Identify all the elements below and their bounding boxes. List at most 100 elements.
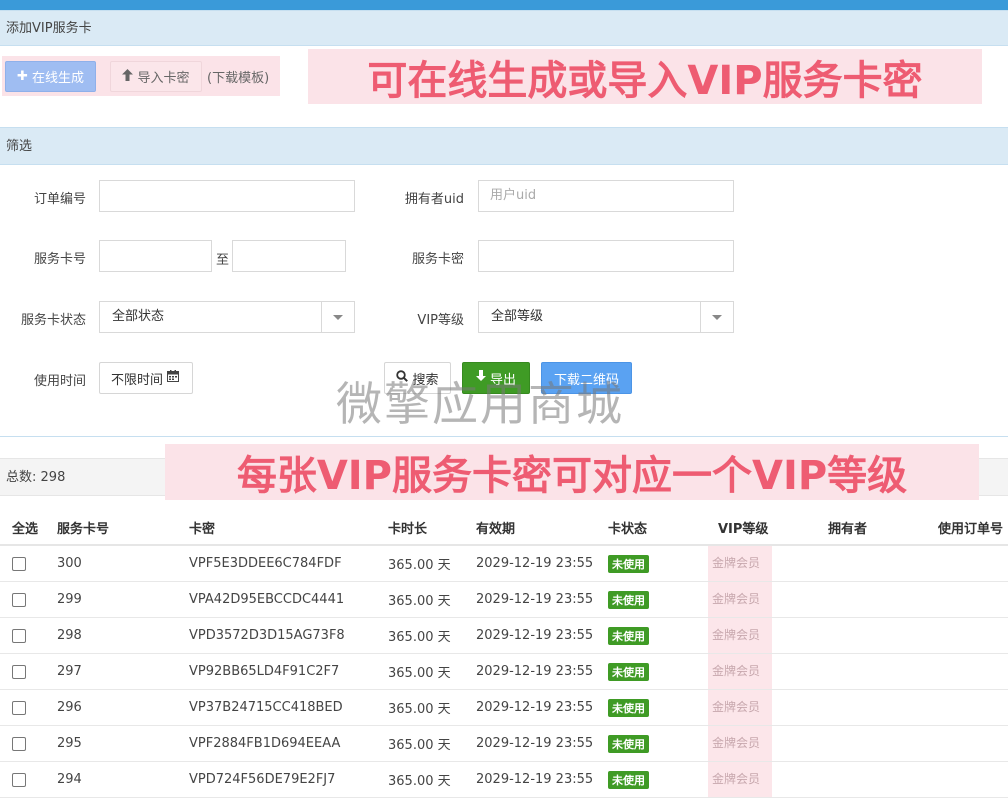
card-no-header: 服务卡号 (45, 510, 177, 546)
vip-level-cell: 金牌会员 (706, 689, 816, 726)
select-all-header[interactable]: 全选 (0, 510, 45, 546)
chevron-down-icon (321, 302, 354, 332)
status-select-value: 全部状态 (112, 309, 165, 324)
duration-cell: 365.00 天 (376, 545, 464, 582)
vip-level-value: 金牌会员 (708, 546, 772, 581)
top-accent-bar (0, 0, 1008, 10)
row-select-cell (0, 653, 45, 690)
row-select-cell (0, 689, 45, 726)
card-secret-input[interactable] (478, 240, 734, 272)
top-promo-text: 可在线生成或导入VIP服务卡密 (367, 57, 923, 104)
chevron-down-icon (700, 302, 733, 332)
card-secret-cell: VPA42D95EBCCDC4441 (177, 581, 376, 618)
owner-cell (816, 761, 926, 798)
expiry-cell: 2029-12-19 23:55 (464, 581, 596, 618)
order-no-cell (926, 545, 1008, 582)
expiry-cell: 2029-12-19 23:55 (464, 761, 596, 798)
expiry-cell: 2029-12-19 23:55 (464, 725, 596, 762)
row-select-cell (0, 761, 45, 798)
status-cell: 未使用 (596, 581, 706, 618)
expiry-header: 有效期 (464, 510, 596, 546)
owner-cell (816, 545, 926, 582)
status-cell: 未使用 (596, 545, 706, 582)
status-badge: 未使用 (608, 734, 649, 753)
use-time-picker[interactable]: 不限时间 (99, 362, 193, 394)
vip-card-table: 全选 服务卡号 卡密 卡时长 有效期 卡状态 VIP等级 拥有者 使用订单号 3… (0, 510, 1008, 798)
card-no-cell: 294 (45, 761, 177, 798)
owner-cell (816, 617, 926, 654)
generate-online-button[interactable]: ✚ 在线生成 (5, 61, 96, 92)
add-vip-panel-title: 添加VIP服务卡 (6, 21, 92, 36)
expiry-cell: 2029-12-19 23:55 (464, 545, 596, 582)
owner-cell (816, 653, 926, 690)
status-header: 卡状态 (596, 510, 706, 546)
row-checkbox[interactable] (12, 592, 26, 607)
status-badge: 未使用 (608, 770, 649, 789)
row-select-cell (0, 617, 45, 654)
owner-cell (816, 725, 926, 762)
card-no-from-input[interactable] (99, 240, 212, 272)
status-cell: 未使用 (596, 725, 706, 762)
card-secret-cell: VPF2884FB1D694EEAA (177, 725, 376, 762)
table-row: 295 VPF2884FB1D694EEAA 365.00 天 2029-12-19 … (0, 725, 1008, 762)
owner-uid-label: 拥有者uid (404, 192, 464, 207)
owner-cell (816, 581, 926, 618)
row-checkbox[interactable] (12, 736, 26, 751)
import-card-button[interactable]: 导入卡密 (110, 61, 202, 92)
status-cell: 未使用 (596, 689, 706, 726)
row-checkbox[interactable] (12, 772, 26, 787)
card-no-to-input[interactable] (232, 240, 346, 272)
table-row: 298 VPD3572D3D15AG73F8 365.00 天 2029-12-19 … (0, 617, 1008, 654)
row-select-cell (0, 725, 45, 762)
vip-level-cell: 金牌会员 (706, 761, 816, 798)
order-no-cell (926, 761, 1008, 798)
status-badge: 未使用 (608, 626, 649, 645)
duration-cell: 365.00 天 (376, 725, 464, 762)
vip-level-value: 金牌会员 (708, 690, 772, 725)
table-row: 299 VPA42D95EBCCDC4441 365.00 天 2029-12-19 … (0, 581, 1008, 618)
add-vip-panel-header: 添加VIP服务卡 (0, 10, 1008, 46)
card-secret-cell: VP37B24715CC418BED (177, 689, 376, 726)
order-no-cell (926, 725, 1008, 762)
use-time-label: 使用时间 (33, 374, 86, 389)
vip-level-value: 金牌会员 (708, 654, 772, 689)
card-no-label: 服务卡号 (33, 252, 86, 267)
duration-cell: 365.00 天 (376, 581, 464, 618)
order-no-cell (926, 689, 1008, 726)
vip-level-cell: 金牌会员 (706, 617, 816, 654)
row-checkbox[interactable] (12, 664, 26, 679)
range-separator: 至 (216, 253, 230, 268)
expiry-cell: 2029-12-19 23:55 (464, 617, 596, 654)
duration-cell: 365.00 天 (376, 617, 464, 654)
row-checkbox[interactable] (12, 700, 26, 715)
card-secret-cell: VPD3572D3D15AG73F8 (177, 617, 376, 654)
vip-level-select[interactable]: 全部等级 (478, 301, 734, 333)
card-secret-cell: VP92BB65LD4F91C2F7 (177, 653, 376, 690)
generate-online-label: 在线生成 (31, 71, 84, 86)
bottom-promo-text: 每张VIP服务卡密可对应一个VIP等级 (236, 453, 908, 499)
row-checkbox[interactable] (12, 628, 26, 643)
duration-cell: 365.00 天 (376, 689, 464, 726)
status-badge: 未使用 (608, 590, 649, 609)
card-no-cell: 299 (45, 581, 177, 618)
vip-level-label: VIP等级 (417, 313, 464, 328)
order-no-input[interactable] (99, 180, 355, 212)
status-select[interactable]: 全部状态 (99, 301, 355, 333)
table-header-row: 全选 服务卡号 卡密 卡时长 有效期 卡状态 VIP等级 拥有者 使用订单号 (0, 510, 1008, 546)
vip-level-value: 金牌会员 (708, 582, 772, 617)
card-secret-header: 卡密 (177, 510, 376, 546)
status-cell: 未使用 (596, 653, 706, 690)
vip-level-value: 金牌会员 (708, 726, 772, 761)
vip-level-value: 金牌会员 (708, 762, 772, 797)
import-card-label: 导入卡密 (137, 71, 190, 86)
duration-header: 卡时长 (376, 510, 464, 546)
row-checkbox[interactable] (12, 556, 26, 571)
use-time-value: 不限时间 (111, 372, 164, 388)
owner-header: 拥有者 (816, 510, 926, 546)
owner-uid-input[interactable]: 用户uid (478, 180, 734, 212)
download-template-link[interactable]: (下载模板) (207, 67, 269, 86)
expiry-cell: 2029-12-19 23:55 (464, 689, 596, 726)
plus-icon: ✚ (17, 69, 28, 84)
table-row: 296 VP37B24715CC418BED 365.00 天 2029-12-19 … (0, 689, 1008, 726)
duration-cell: 365.00 天 (376, 653, 464, 690)
